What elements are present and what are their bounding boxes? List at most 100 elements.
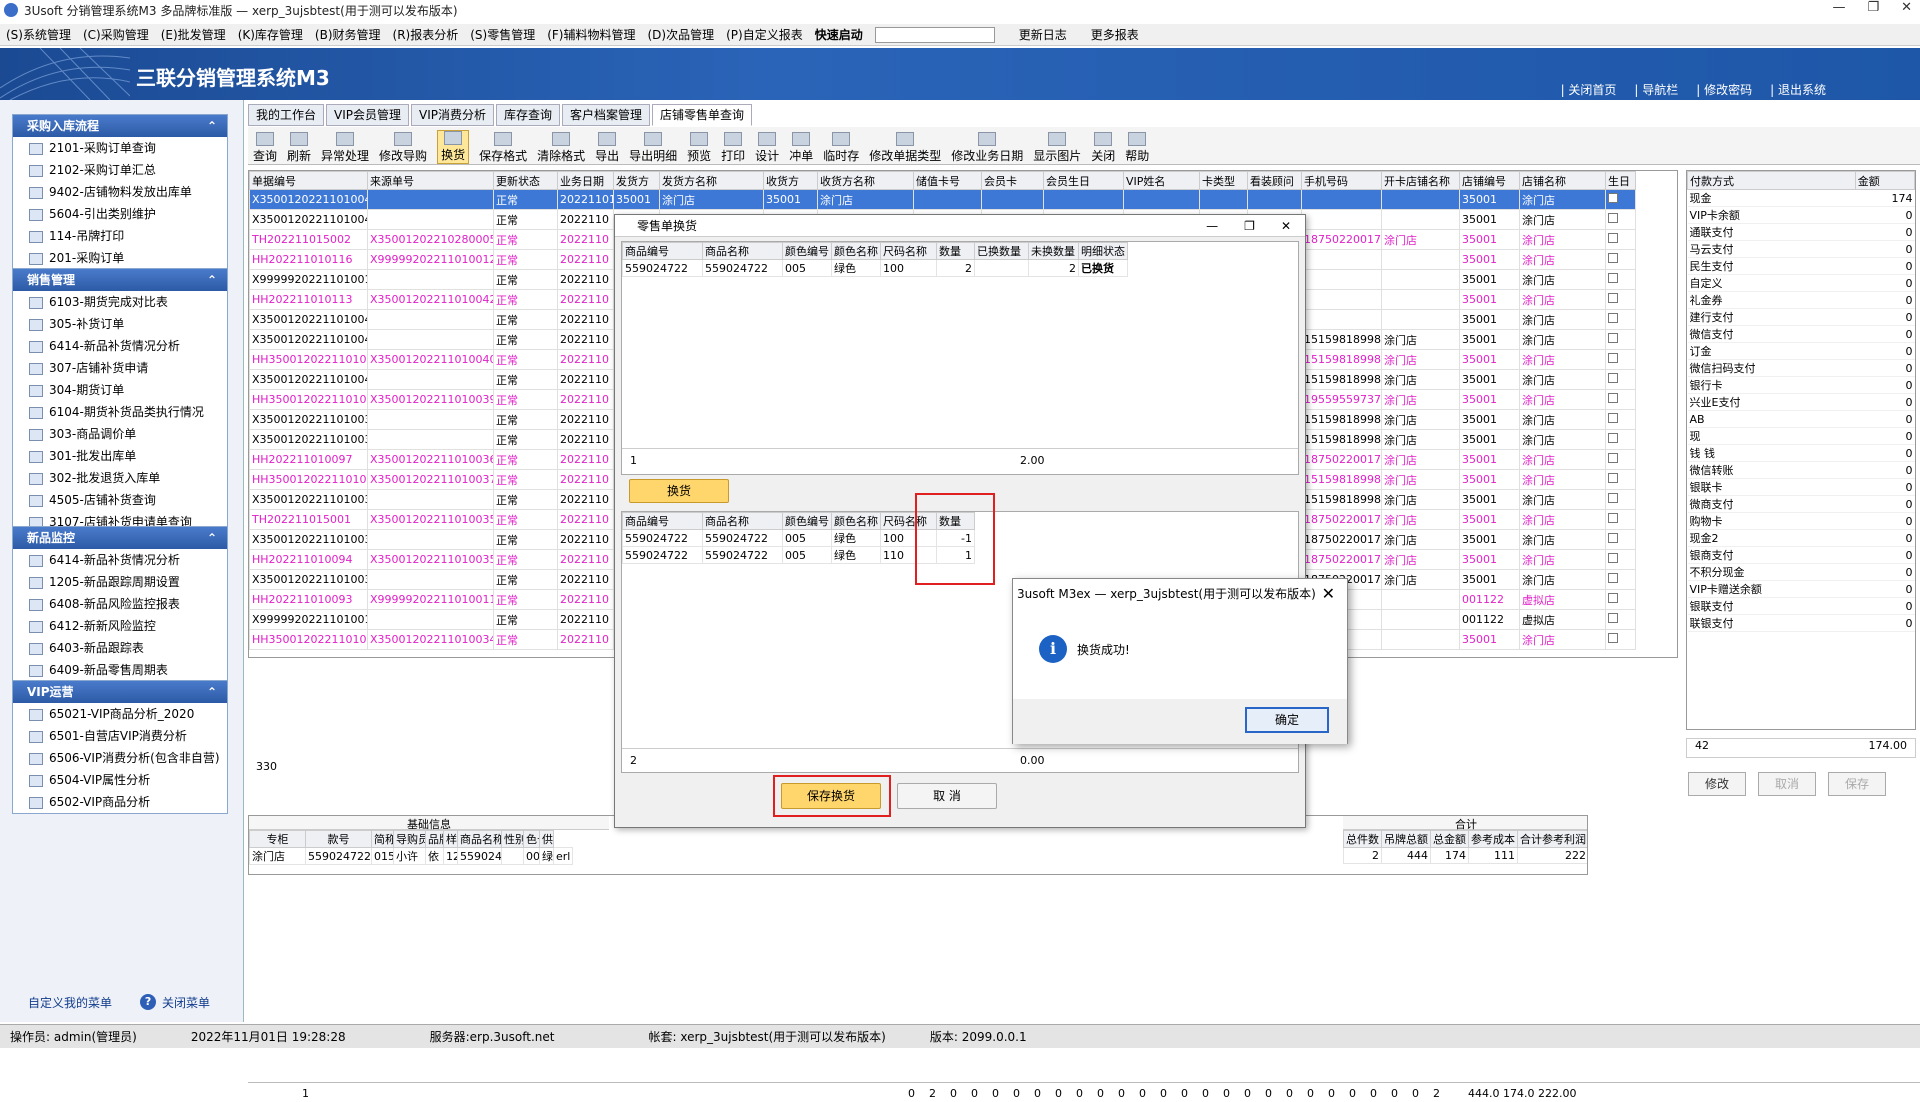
sidebar-item[interactable]: 6409-新品零售周期表 (13, 659, 227, 681)
toolbar-button[interactable]: 保存格式 (479, 132, 527, 164)
change-password-link[interactable]: | 修改密码 (1696, 81, 1752, 98)
sidebar-item[interactable]: 4505-店铺补货查询 (13, 489, 227, 511)
tab[interactable]: VIP会员管理 (326, 104, 410, 126)
payment-row[interactable]: 购物卡 0 (1687, 512, 1915, 530)
navbar-link[interactable]: | 导航栏 (1634, 81, 1678, 98)
toolbar-button[interactable]: 清除格式 (537, 132, 585, 164)
close-home-link[interactable]: | 关闭首页 (1561, 81, 1617, 98)
row-checkbox[interactable] (1608, 433, 1618, 443)
exchange-button[interactable]: 换货 (629, 479, 729, 503)
grid-header-cell[interactable]: 开卡店铺名称 (1381, 171, 1460, 190)
toolbar-button[interactable]: 关闭 (1091, 132, 1115, 164)
payment-row[interactable]: VIP卡赠送余额 0 (1687, 580, 1915, 598)
logout-link[interactable]: | 退出系统 (1770, 81, 1826, 98)
row-checkbox[interactable] (1608, 193, 1618, 203)
message-close-icon[interactable]: ✕ (1322, 579, 1335, 609)
sidebar-item[interactable]: 6403-新品跟踪表 (13, 637, 227, 659)
toolbar-button[interactable]: 预览 (687, 132, 711, 164)
payment-row[interactable]: 自定义 0 (1687, 274, 1915, 292)
ok-button[interactable]: 确定 (1245, 707, 1329, 733)
row-checkbox[interactable] (1608, 453, 1618, 463)
sidebar-group-header[interactable]: 新品监控 (13, 527, 227, 549)
cancel-payment-button[interactable]: 取消 (1758, 772, 1816, 796)
row-checkbox[interactable] (1608, 293, 1618, 303)
close-menu-link[interactable]: 关闭菜单 (162, 994, 210, 1011)
grid-header-cell[interactable]: 收货方 (763, 171, 818, 190)
sidebar-group-header[interactable]: 销售管理 (13, 269, 227, 291)
menu-item[interactable]: (P)自定义报表 (726, 26, 803, 43)
grid-header-cell[interactable]: 收货方名称 (817, 171, 914, 190)
row-checkbox[interactable] (1608, 373, 1618, 383)
sidebar-item[interactable]: 6501-自营店VIP消费分析 (13, 725, 227, 747)
toolbar-button[interactable]: 帮助 (1125, 132, 1149, 164)
tab[interactable]: 我的工作台 (248, 104, 325, 126)
payment-row[interactable]: 钱 钱0 (1687, 444, 1915, 462)
sidebar-item[interactable]: 6408-新品风险监控报表 (13, 593, 227, 615)
menu-item[interactable]: (R)报表分析 (393, 26, 459, 43)
sidebar-item[interactable]: 302-批发退货入库单 (13, 467, 227, 489)
grid-header-cell[interactable]: 更新状态 (493, 171, 558, 190)
row-checkbox[interactable] (1608, 533, 1618, 543)
cancel-exchange-button[interactable]: 取 消 (897, 783, 997, 809)
payment-row[interactable]: 现金2 0 (1687, 529, 1915, 547)
toolbar-button[interactable]: 设计 (755, 132, 779, 164)
save-exchange-button[interactable]: 保存换货 (781, 783, 881, 809)
sidebar-item[interactable]: 201-采购订单 (13, 247, 227, 269)
menu-item[interactable]: (D)次品管理 (648, 26, 715, 43)
changelog-link[interactable]: 更新日志 (1019, 26, 1067, 43)
row-checkbox[interactable] (1608, 333, 1618, 343)
row-checkbox[interactable] (1608, 473, 1618, 483)
help-icon[interactable]: ? (140, 994, 157, 1010)
row-checkbox[interactable] (1608, 253, 1618, 263)
payment-grid[interactable]: 付款方式 金额 现金 174 VIP卡余额 0 通联支付 0 马云支付 0 民生支付 0 自定义 0 礼金券… (1686, 170, 1916, 730)
grid-header-cell[interactable]: 生日 (1605, 171, 1636, 190)
payment-row[interactable]: 银联支付 0 (1687, 597, 1915, 615)
payment-row[interactable]: 银行卡 0 (1687, 376, 1915, 394)
row-checkbox[interactable] (1608, 213, 1618, 223)
row-checkbox[interactable] (1608, 233, 1618, 243)
minimize-icon[interactable]: — (1832, 0, 1845, 15)
edit-payment-button[interactable]: 修改 (1688, 772, 1746, 796)
payment-row[interactable]: 马云支付 0 (1687, 240, 1915, 258)
menu-item[interactable]: (K)库存管理 (238, 26, 303, 43)
toolbar-button[interactable]: 修改导购 (379, 132, 427, 164)
toolbar-button[interactable]: 刷新 (287, 132, 311, 164)
sidebar-item[interactable]: 6414-新品补货情况分析 (13, 549, 227, 571)
sidebar-item[interactable]: 6414-新品补货情况分析 (13, 335, 227, 357)
dialog-restore-icon[interactable]: ❐ (1244, 215, 1255, 237)
row-checkbox[interactable] (1608, 313, 1618, 323)
toolbar-button[interactable]: 打印 (721, 132, 745, 164)
sidebar-item[interactable]: 9402-店铺物料发放出库单 (13, 181, 227, 203)
payment-row[interactable]: 通联支付 0 (1687, 223, 1915, 241)
detail-row[interactable]: 涂门店559024722015小许依1235590247 005绿色erl (249, 847, 574, 865)
grid-header-cell[interactable]: 手机号码 (1301, 171, 1382, 190)
custom-menu-link[interactable]: 自定义我的菜单 (28, 994, 112, 1011)
sidebar-item[interactable]: 6103-期货完成对比表 (13, 291, 227, 313)
row-checkbox[interactable] (1608, 353, 1618, 363)
toolbar-button[interactable]: 显示图片 (1033, 132, 1081, 164)
payment-row[interactable]: 微信扫码支付 0 (1687, 359, 1915, 377)
tab[interactable]: VIP消费分析 (411, 104, 495, 126)
save-payment-button[interactable]: 保存 (1828, 772, 1886, 796)
payment-row[interactable]: 联银支付 0 (1687, 614, 1915, 632)
grid-header-cell[interactable]: VIP姓名 (1123, 171, 1200, 190)
sidebar-item[interactable]: 303-商品调价单 (13, 423, 227, 445)
more-reports-link[interactable]: 更多报表 (1091, 26, 1139, 43)
grid-header-cell[interactable]: 卡类型 (1199, 171, 1248, 190)
row-checkbox[interactable] (1608, 493, 1618, 503)
toolbar-button[interactable]: 冲单 (789, 132, 813, 164)
payment-row[interactable]: 民生支付 0 (1687, 257, 1915, 275)
payment-row[interactable]: VIP卡余额 0 (1687, 206, 1915, 224)
payment-row[interactable]: 微信支付 0 (1687, 325, 1915, 343)
quick-launch-input[interactable] (874, 26, 995, 43)
row-checkbox[interactable] (1608, 273, 1618, 283)
sidebar-item[interactable]: 307-店铺补货申请 (13, 357, 227, 379)
dialog-close-icon[interactable]: ✕ (1281, 215, 1291, 237)
payment-row[interactable]: 微商支付 0 (1687, 495, 1915, 513)
sidebar-item[interactable]: 6506-VIP消费分析(包含非自营) (13, 747, 227, 769)
menu-item[interactable]: (B)财务管理 (315, 26, 381, 43)
sidebar-group-header[interactable]: 采购入库流程 (13, 115, 227, 137)
sidebar-item[interactable]: 114-吊牌打印 (13, 225, 227, 247)
toolbar-button[interactable]: 修改业务日期 (951, 132, 1023, 164)
payment-row[interactable]: 微信转账 0 (1687, 461, 1915, 479)
